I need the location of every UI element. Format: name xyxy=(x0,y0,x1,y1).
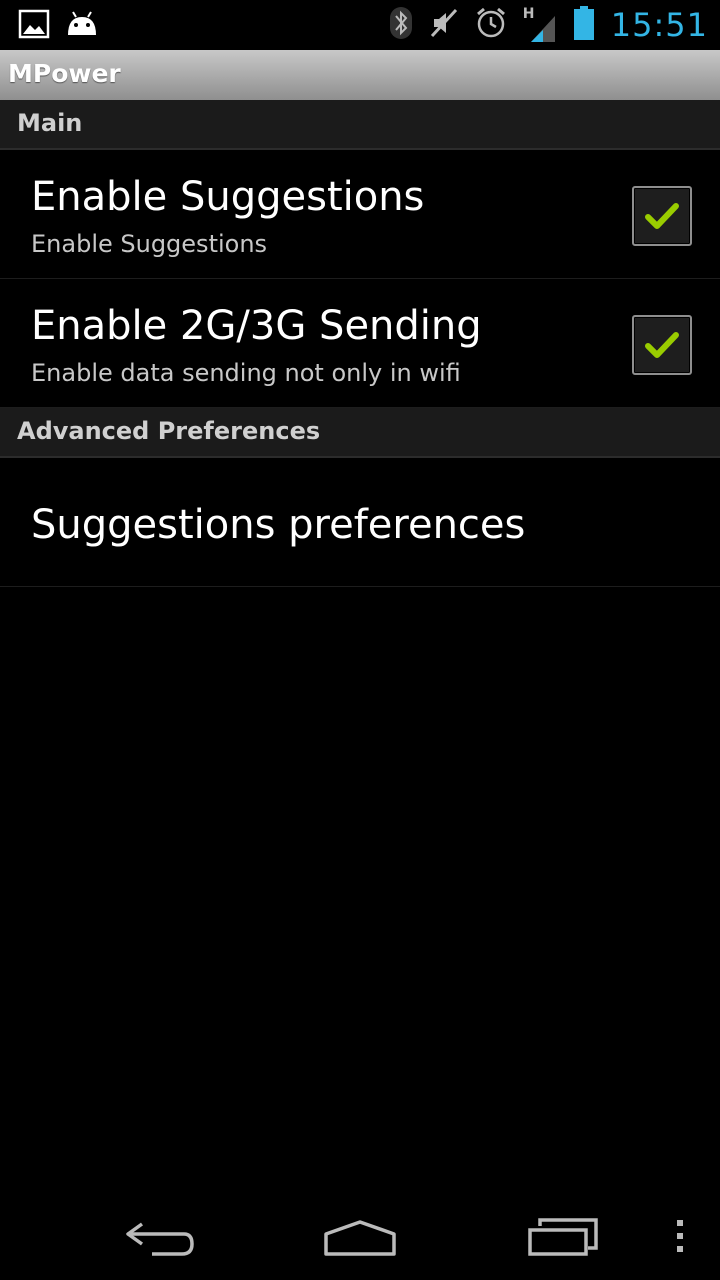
checkmark-icon xyxy=(645,203,679,229)
recent-apps-icon[interactable] xyxy=(522,1208,606,1268)
pref-suggestions-preferences[interactable]: Suggestions preferences xyxy=(0,458,720,587)
status-bar: H 15:51 xyxy=(0,0,720,50)
muted-icon xyxy=(429,6,459,44)
alarm-icon xyxy=(475,6,507,44)
enable-2g3g-sending-checkbox[interactable] xyxy=(632,315,692,375)
category-label: Main xyxy=(17,109,83,137)
system-status-icons: H 15:51 xyxy=(389,4,708,46)
category-header-main: Main xyxy=(0,100,720,150)
app-title: MPower xyxy=(8,59,121,88)
pref-summary: Enable data sending not only in wifi xyxy=(31,359,461,387)
notification-icons xyxy=(18,8,100,44)
battery-icon xyxy=(573,5,595,45)
title-bar: MPower xyxy=(0,50,720,100)
pref-title: Enable 2G/3G Sending xyxy=(31,303,482,349)
overflow-menu-icon[interactable] xyxy=(668,1208,692,1268)
home-icon[interactable] xyxy=(318,1208,402,1268)
android-debug-icon xyxy=(64,8,100,44)
enable-suggestions-checkbox[interactable] xyxy=(632,186,692,246)
pref-enable-2g3g-sending[interactable]: Enable 2G/3G Sending Enable data sending… xyxy=(0,279,720,408)
category-header-advanced: Advanced Preferences xyxy=(0,408,720,458)
pref-enable-suggestions[interactable]: Enable Suggestions Enable Suggestions xyxy=(0,150,720,279)
back-icon[interactable] xyxy=(120,1208,200,1268)
navigation-bar xyxy=(0,1192,720,1280)
signal-h-icon: H xyxy=(523,6,557,44)
picture-icon xyxy=(18,8,50,44)
checkmark-icon xyxy=(645,332,679,358)
bluetooth-icon xyxy=(389,6,413,44)
clock: 15:51 xyxy=(610,6,708,44)
pref-title: Enable Suggestions xyxy=(31,174,425,220)
category-label: Advanced Preferences xyxy=(17,417,321,445)
pref-summary: Enable Suggestions xyxy=(31,230,268,258)
pref-title: Suggestions preferences xyxy=(31,502,526,548)
